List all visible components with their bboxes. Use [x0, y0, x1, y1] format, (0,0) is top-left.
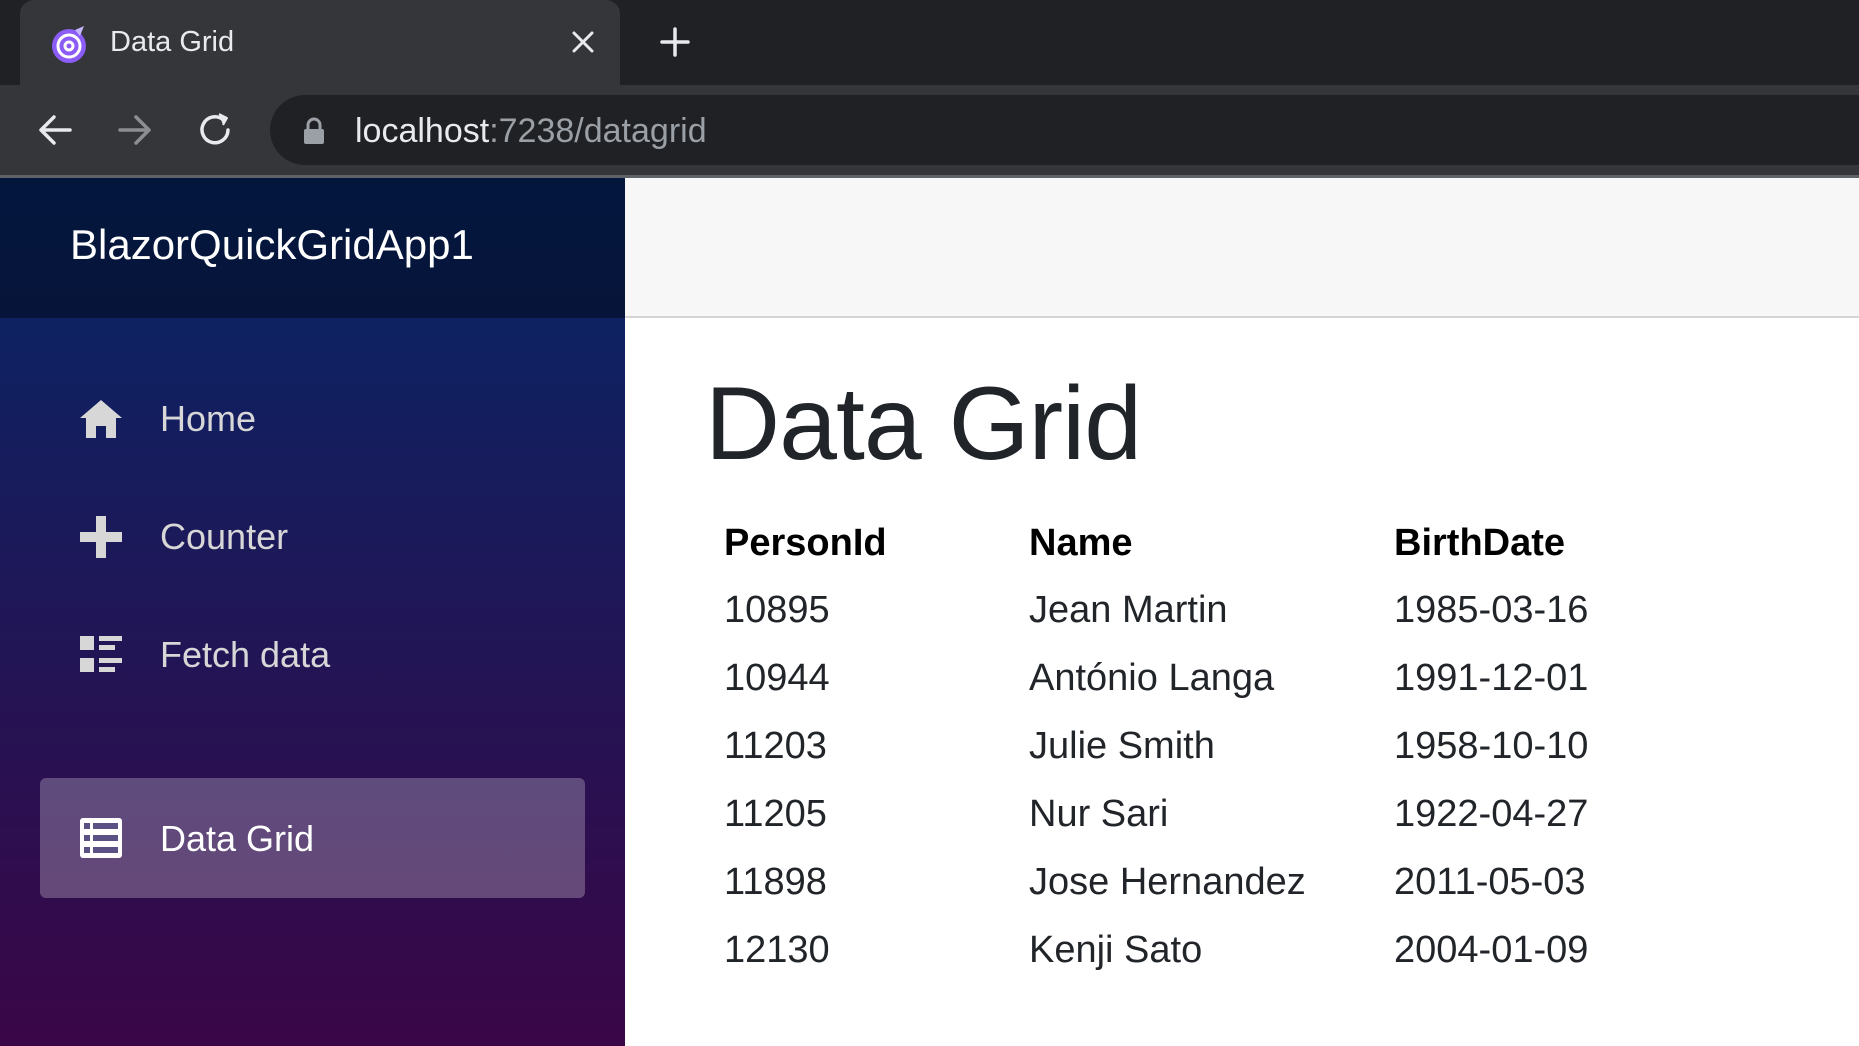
cell-name: António Langa	[1029, 656, 1275, 699]
forward-arrow-icon[interactable]	[113, 108, 157, 152]
cell-personid: 11205	[724, 792, 827, 835]
reload-icon[interactable]	[193, 108, 237, 152]
blazor-favicon-icon	[52, 26, 86, 63]
table-row: 11203 Julie Smith 1958-10-10	[710, 712, 1630, 780]
sidebar-item-label: Fetch data	[160, 634, 331, 675]
table-icon	[80, 818, 122, 858]
address-bar[interactable]: localhost:7238/datagrid	[270, 95, 1859, 165]
data-grid-table: PersonId Name BirthDate 10895 Jean Marti…	[710, 510, 1630, 984]
table-row: 11205 Nur Sari 1922-04-27	[710, 780, 1630, 848]
sidebar-item-label: Home	[160, 398, 257, 439]
cell-personid: 10895	[724, 588, 830, 631]
table-row: 10944 António Langa 1991-12-01	[710, 644, 1630, 712]
cell-personid: 10944	[724, 656, 830, 699]
browser-tab-strip: Data Grid	[0, 0, 1859, 85]
tab-close-icon[interactable]	[565, 24, 601, 60]
tab-title: Data Grid	[110, 26, 235, 58]
sidebar-item-counter[interactable]: Counter	[40, 476, 585, 596]
cell-birthdate: 1985-03-16	[1394, 588, 1589, 631]
list-rich-icon	[80, 636, 122, 672]
cell-name: Nur Sari	[1029, 792, 1169, 835]
sidebar-item-fetch-data[interactable]: Fetch data	[40, 594, 585, 714]
table-row: 11898 Jose Hernandez 2011-05-03	[710, 848, 1630, 916]
column-header-birthdate[interactable]: BirthDate	[1380, 510, 1630, 576]
browser-tab[interactable]: Data Grid	[20, 0, 620, 85]
cell-personid: 11898	[724, 860, 827, 903]
cell-birthdate: 1958-10-10	[1394, 724, 1589, 767]
back-arrow-icon[interactable]	[33, 108, 77, 152]
page-title: Data Grid	[705, 366, 1142, 482]
table-row: 10895 Jean Martin 1985-03-16	[710, 576, 1630, 644]
sidebar: BlazorQuickGridApp1 Home Counter Fetch d…	[0, 178, 625, 1046]
new-tab-plus-icon[interactable]	[655, 22, 695, 62]
cell-name: Kenji Sato	[1029, 928, 1203, 971]
cell-name: Jean Martin	[1029, 588, 1228, 631]
lock-icon	[304, 117, 324, 144]
cell-personid: 12130	[724, 928, 830, 971]
grid-header-row: PersonId Name BirthDate	[710, 510, 1630, 576]
home-icon	[80, 400, 122, 438]
cell-personid: 11203	[724, 724, 827, 767]
sidebar-item-home[interactable]: Home	[40, 358, 585, 478]
top-row	[625, 178, 1859, 318]
column-header-name[interactable]: Name	[1015, 510, 1380, 576]
cell-name: Jose Hernandez	[1029, 860, 1306, 903]
cell-birthdate: 1991-12-01	[1394, 656, 1589, 699]
sidebar-item-label: Counter	[160, 516, 289, 557]
column-header-personid[interactable]: PersonId	[710, 510, 1015, 576]
brand-link[interactable]: BlazorQuickGridApp1	[70, 221, 474, 269]
brand-bar: BlazorQuickGridApp1	[0, 178, 625, 318]
url-text: localhost:7238/datagrid	[355, 112, 707, 151]
cell-birthdate: 2004-01-09	[1394, 928, 1589, 971]
cell-name: Julie Smith	[1029, 724, 1215, 767]
url-path: :7238/datagrid	[489, 112, 707, 150]
cell-birthdate: 1922-04-27	[1394, 792, 1589, 835]
url-host: localhost	[355, 112, 490, 150]
sidebar-item-label: Data Grid	[160, 818, 315, 859]
cell-birthdate: 2011-05-03	[1394, 860, 1586, 903]
plus-icon	[80, 516, 122, 558]
browser-toolbar: localhost:7238/datagrid	[0, 85, 1859, 175]
table-row: 12130 Kenji Sato 2004-01-09	[710, 916, 1630, 984]
sidebar-item-data-grid[interactable]: Data Grid	[40, 778, 585, 898]
